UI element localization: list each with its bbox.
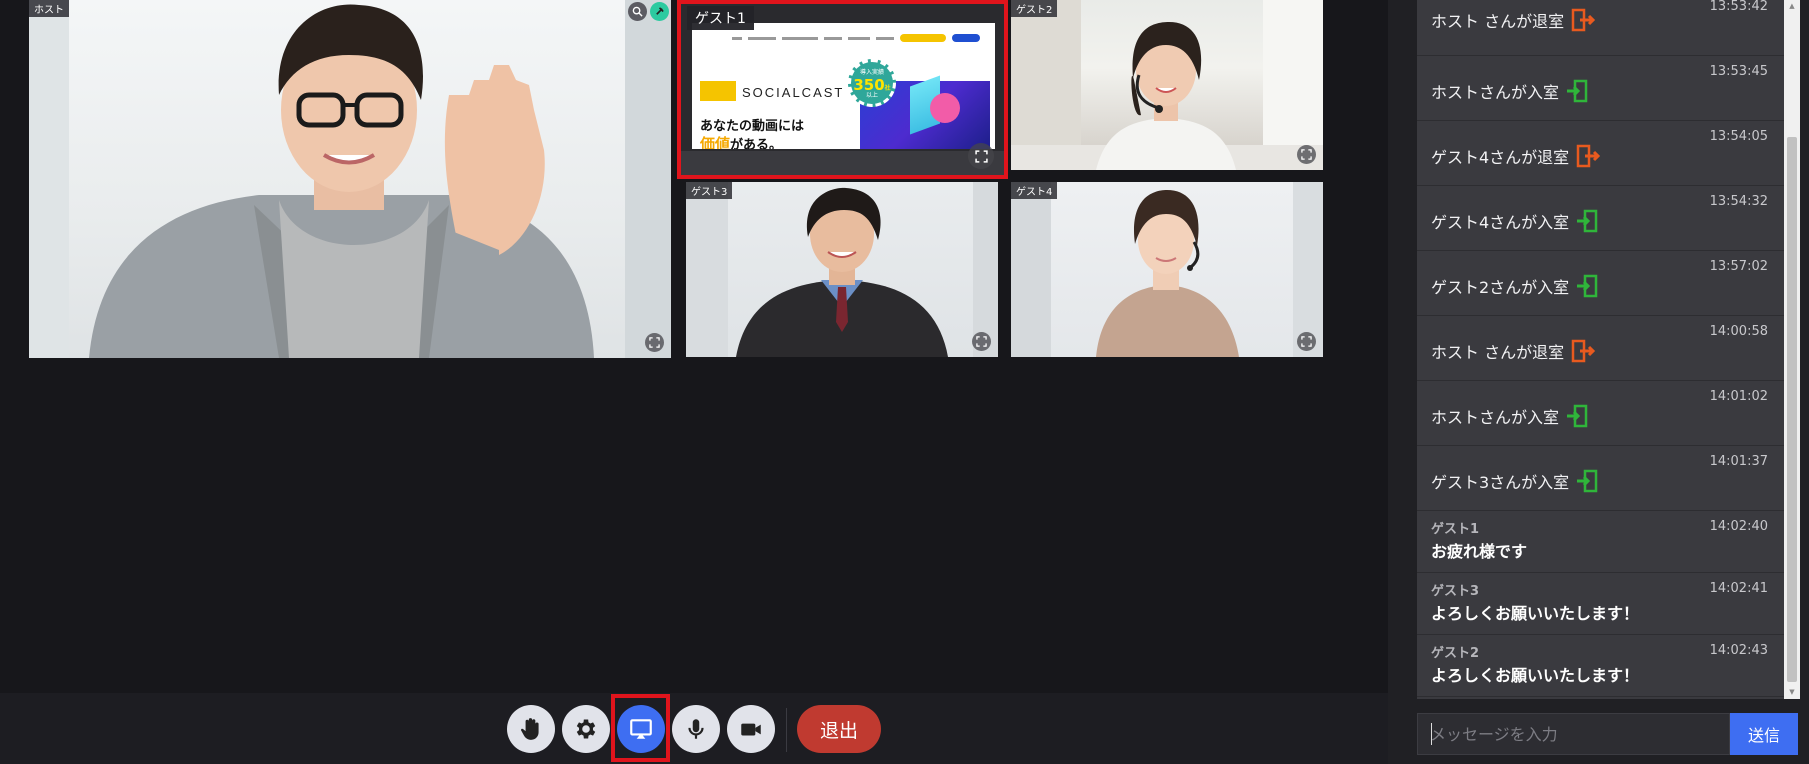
message-body: お疲れ様です (1431, 542, 1528, 561)
achievement-badge: 導入実績 350社 以上 (848, 59, 896, 107)
headline-line1: あなたの動画には (700, 119, 805, 134)
brand-name: SOCIALCAST (742, 85, 845, 100)
fullscreen-icon[interactable] (972, 332, 991, 351)
chat-message-list[interactable]: 13:53:42 ホスト さんが退室 13:53:45 ホストさんが入室 13:54:0… (1417, 0, 1784, 699)
headline-line2: 価値がある。 (700, 135, 783, 149)
message-time: 13:54:32 (1709, 194, 1768, 209)
message-time: 14:01:37 (1709, 454, 1768, 469)
message-text: ゲスト4さんが入室 (1431, 208, 1601, 234)
system-message: 14:01:02 ホストさんが入室 (1417, 381, 1784, 446)
message-time: 14:00:58 (1709, 324, 1768, 339)
gear-icon (576, 719, 596, 739)
leave-room-icon (1575, 143, 1601, 169)
sender-name: ゲスト2 (1431, 646, 1480, 661)
system-message: 14:00:58 ホスト さんが退室 (1417, 316, 1784, 381)
zoom-icon[interactable] (628, 2, 647, 21)
microphone-icon (688, 719, 704, 739)
host-video-feed (89, 4, 594, 358)
message-text: ゲスト4さんが退室 (1431, 143, 1601, 169)
settings-button[interactable] (562, 705, 610, 753)
scroll-down-icon[interactable]: ▼ (1787, 688, 1797, 696)
chat-message: ゲスト2 14:02:43 よろしくお願いいたします！ (1417, 635, 1784, 697)
system-message: 13:54:32 ゲスト4さんが入室 (1417, 186, 1784, 251)
sender-name: ゲスト1 (1431, 522, 1480, 537)
message-time: 14:02:43 (1709, 643, 1768, 658)
guest3-video-feed (736, 187, 948, 357)
microphone-button[interactable] (672, 705, 720, 753)
system-message: 13:54:05 ゲスト4さんが退室 (1417, 121, 1784, 186)
video-camera-icon (741, 723, 761, 736)
video-tile-guest1-screen-share[interactable]: ゲスト1 SOCIALCAST 導入実績 350社 以上 あなたの動画には 価値… (677, 0, 1008, 179)
video-tile-guest4[interactable]: ゲスト4 (1011, 182, 1323, 357)
message-time: 14:02:40 (1709, 519, 1768, 534)
system-message: 14:01:37 ゲスト3さんが入室 (1417, 446, 1784, 511)
message-time: 13:57:02 (1709, 259, 1768, 274)
message-time: 13:53:45 (1709, 64, 1768, 79)
chat-message: ゲスト1 14:02:40 お疲れ様です (1417, 511, 1784, 573)
video-tile-guest3[interactable]: ゲスト3 (686, 182, 998, 357)
tile-label: ゲスト2 (1011, 0, 1058, 17)
guest2-video-feed (1096, 22, 1236, 170)
hand-icon (521, 718, 539, 740)
tile-label: ゲスト4 (1011, 182, 1058, 199)
message-body: よろしくお願いいたします！ (1431, 604, 1640, 623)
sender-name: ゲスト3 (1431, 584, 1480, 599)
fullscreen-icon[interactable] (645, 333, 664, 352)
video-tile-guest2[interactable]: ゲスト2 (1011, 0, 1323, 170)
message-text: ホストさんが入室 (1431, 78, 1591, 104)
message-text: ゲスト2さんが入室 (1431, 273, 1601, 299)
send-button[interactable]: 送信 (1730, 713, 1798, 755)
message-time: 14:02:41 (1709, 581, 1768, 596)
system-message: 13:53:42 ホスト さんが退室 (1417, 0, 1784, 56)
highlight-box (611, 694, 670, 762)
tile-label: ゲスト1 (687, 6, 754, 30)
chat-scrollbar-thumb[interactable] (1787, 137, 1797, 682)
scroll-up-icon[interactable]: ▲ (1787, 2, 1797, 10)
enter-room-icon (1565, 78, 1591, 104)
camera-button[interactable] (727, 705, 775, 753)
enter-room-icon (1575, 208, 1601, 234)
enter-room-icon (1565, 403, 1591, 429)
message-text: ホスト さんが退室 (1431, 7, 1596, 33)
fullscreen-icon[interactable] (1297, 145, 1316, 164)
pin-icon[interactable] (650, 2, 669, 21)
message-time: 14:01:02 (1709, 389, 1768, 404)
guest4-video-feed (1096, 190, 1239, 357)
message-time: 13:54:05 (1709, 129, 1768, 144)
video-tile-host[interactable]: ホスト (29, 0, 671, 358)
tile-label: ゲスト3 (686, 182, 733, 199)
message-text: ホストさんが入室 (1431, 403, 1591, 429)
enter-room-icon (1575, 468, 1601, 494)
message-time: 13:53:42 (1709, 0, 1768, 14)
socialcast-logo-icon (700, 81, 736, 101)
site-nav (732, 34, 990, 42)
leave-room-icon (1570, 7, 1596, 33)
enter-room-icon (1575, 273, 1601, 299)
shared-screen-content: SOCIALCAST 導入実績 350社 以上 あなたの動画には 価値がある。 (692, 23, 995, 149)
fullscreen-icon[interactable] (968, 143, 994, 169)
leave-call-button[interactable]: 退出 (797, 705, 881, 753)
tile-label: ホスト (29, 0, 69, 17)
message-body: よろしくお願いいたします！ (1431, 666, 1640, 685)
system-message: 13:53:45 ホストさんが入室 (1417, 56, 1784, 121)
system-message: 13:57:02 ゲスト2さんが入室 (1417, 251, 1784, 316)
chat-message: ゲスト3 14:02:41 よろしくお願いいたします！ (1417, 573, 1784, 635)
fullscreen-icon[interactable] (1297, 332, 1316, 351)
raise-hand-button[interactable] (507, 705, 555, 753)
message-text: ホスト さんが退室 (1431, 338, 1596, 364)
message-text: ゲスト3さんが入室 (1431, 468, 1601, 494)
chat-message-input[interactable] (1417, 713, 1730, 755)
leave-room-icon (1570, 338, 1596, 364)
